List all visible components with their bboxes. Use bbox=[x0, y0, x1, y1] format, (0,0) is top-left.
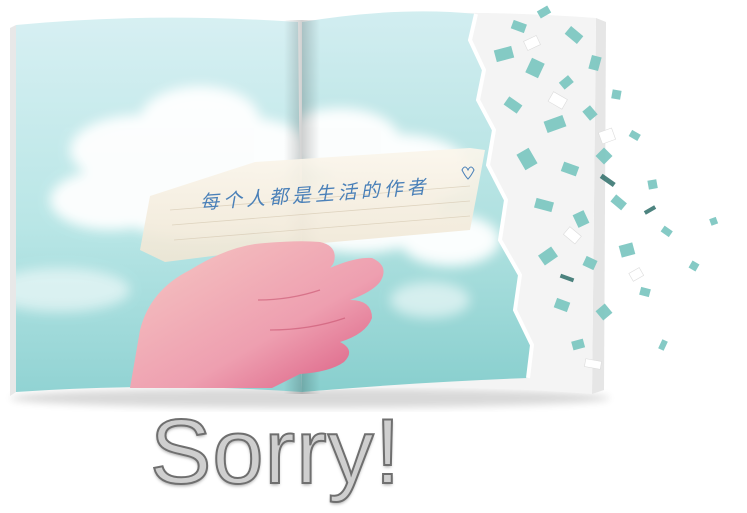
error-illustration: 每个人都是生活的作者 Sorry! bbox=[0, 0, 747, 513]
page-edge-left bbox=[10, 25, 16, 396]
sorry-headline: Sorry! bbox=[149, 401, 402, 503]
